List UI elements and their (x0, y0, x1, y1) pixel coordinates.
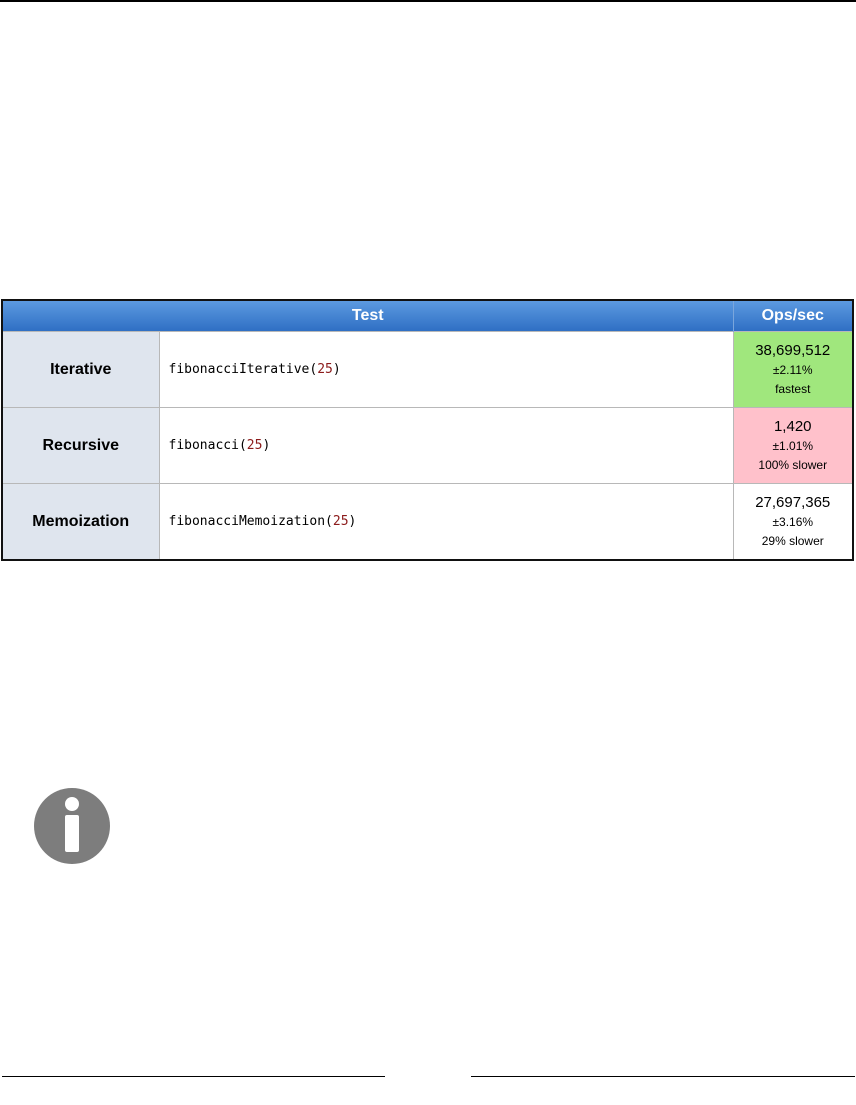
code-argument: 25 (246, 438, 263, 453)
test-name-memoization: Memoization (2, 483, 160, 560)
code-argument: 25 (317, 362, 333, 377)
header-test: Test (2, 300, 734, 332)
test-name-recursive: Recursive (2, 407, 160, 484)
table-header-row: Test Ops/sec (2, 300, 853, 332)
ops-error-margin: ±3.16% (772, 514, 814, 529)
code-function: fibonacciMemoization( (168, 514, 333, 529)
ops-error-margin: ±2.11% (772, 362, 813, 377)
code-function: fibonacciIterative( (168, 362, 318, 377)
code-close-paren: ) (262, 438, 271, 453)
ops-value: 38,699,512 (755, 341, 831, 359)
ops-cell-memoization: 27,697,365 ±3.16% 29% slower (733, 483, 853, 560)
test-code-iterative: fibonacciIterative(25) (159, 331, 734, 408)
code-close-paren: ) (332, 362, 341, 377)
test-name-iterative: Iterative (2, 331, 160, 408)
code-argument: 25 (332, 514, 349, 529)
ops-cell-iterative: 38,699,512 ±2.11% fastest (733, 331, 853, 408)
info-icon (34, 788, 110, 864)
ops-value: 1,420 (773, 417, 812, 435)
table-row: Recursive fibonacci(25) 1,420 ±1.01% 100… (2, 407, 853, 484)
ops-value: 27,697,365 (755, 493, 831, 511)
ops-error-margin: ±1.01% (772, 438, 814, 453)
test-code-memoization: fibonacciMemoization(25) (159, 483, 734, 560)
ops-relative-speed: fastest (775, 381, 811, 396)
table-row: Iterative fibonacciIterative(25) 38,699,… (2, 331, 853, 408)
footer-rule-right (471, 1076, 855, 1077)
code-function: fibonacci( (168, 438, 247, 453)
benchmark-table: Test Ops/sec Iterative fibonacciIterativ… (1, 299, 854, 561)
ops-relative-speed: 29% slower (761, 533, 824, 548)
test-code-recursive: fibonacci(25) (159, 407, 734, 484)
top-rule (0, 0, 856, 2)
code-close-paren: ) (348, 514, 357, 529)
ops-cell-recursive: 1,420 ±1.01% 100% slower (733, 407, 853, 484)
ops-relative-speed: 100% slower (758, 457, 828, 472)
header-ops-sec: Ops/sec (733, 300, 853, 332)
table-row: Memoization fibonacciMemoization(25) 27,… (2, 483, 853, 560)
footer-rule-left (2, 1076, 385, 1077)
